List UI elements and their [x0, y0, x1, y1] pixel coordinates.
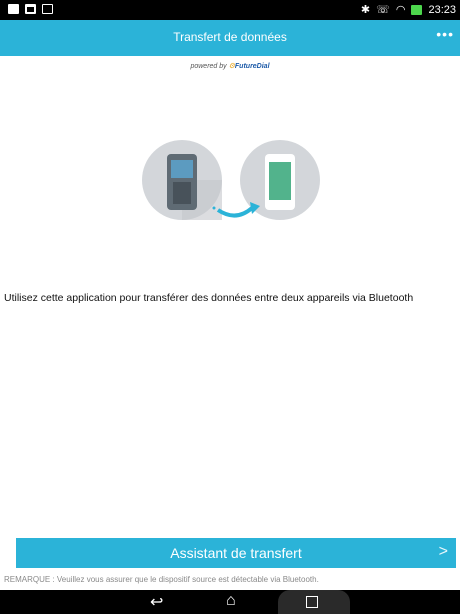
recent-apps-icon: [306, 596, 318, 608]
page-title: Transfert de données: [173, 30, 287, 44]
image-icon: [25, 4, 36, 14]
home-icon[interactable]: ⌂: [226, 592, 236, 610]
back-icon[interactable]: ↩: [150, 592, 163, 612]
chevron-right-icon: >: [438, 543, 448, 560]
powered-by-brand: FutureDial: [234, 63, 270, 70]
note-text: REMARQUE : Veuillez vous assurer que le …: [4, 575, 319, 584]
phone-icon: ☏: [376, 4, 390, 16]
gallery-icon: [42, 4, 53, 14]
battery-icon: [411, 4, 423, 15]
feature-phone-icon: [142, 140, 222, 220]
notification-icon: [8, 4, 19, 14]
app-bar: Transfert de données •••: [0, 20, 460, 56]
description-text: Utilisez cette application pour transfér…: [4, 292, 414, 304]
more-icon[interactable]: •••: [436, 26, 454, 42]
assistant-button-label: Assistant de transfert: [170, 545, 302, 561]
wifi-icon: ◠: [395, 4, 406, 16]
bluetooth-icon: ✱: [360, 4, 371, 16]
status-bar: ✱ ☏ ◠ 23:23: [0, 0, 460, 20]
powered-by-prefix: powered by: [190, 63, 227, 70]
navigation-bar: ↩ ⌂: [0, 590, 460, 614]
status-time: 23:23: [428, 3, 456, 16]
transfer-illustration: [142, 140, 320, 220]
assistant-button[interactable]: Assistant de transfert >: [16, 538, 456, 568]
powered-by: powered by ⚙FutureDial: [0, 62, 460, 70]
recent-apps-button[interactable]: [278, 590, 350, 614]
